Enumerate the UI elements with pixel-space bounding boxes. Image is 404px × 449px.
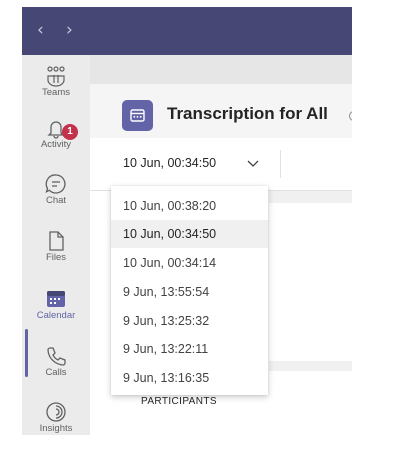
file-icon	[49, 231, 64, 251]
background-strip	[269, 361, 352, 371]
info-icon[interactable]	[349, 111, 352, 121]
rail-label-calendar: Calendar	[36, 310, 76, 321]
rail-item-files[interactable]: Files	[22, 230, 90, 263]
page-header: Transcription for All	[90, 84, 352, 138]
transcript-selector-row: 10 Jun, 00:34:50	[90, 138, 352, 191]
rail-label-calls: Calls	[45, 367, 67, 378]
calendar-icon	[47, 291, 65, 307]
page-title: Transcription for All	[167, 104, 328, 123]
dropdown-option[interactable]: 9 Jun, 13:22:11	[111, 335, 268, 363]
calendar-icon	[122, 100, 153, 131]
dropdown-option[interactable]: 9 Jun, 13:55:54	[111, 278, 268, 306]
divider	[280, 150, 281, 178]
rail-item-calls[interactable]: Calls	[22, 345, 90, 378]
title-bar: ‹ ›	[22, 7, 352, 55]
app-rail: Teams 1 Activity Chat Files Calendar Cal…	[22, 55, 90, 435]
phone-icon	[47, 347, 66, 366]
dropdown-option[interactable]: 9 Jun, 13:16:35	[111, 364, 268, 392]
rail-label-files: Files	[45, 252, 67, 263]
rail-label-teams: Teams	[42, 87, 70, 98]
chat-icon	[45, 174, 66, 194]
background-strip	[269, 191, 352, 203]
rail-item-calendar[interactable]: Calendar	[22, 288, 90, 321]
back-button[interactable]: ‹	[37, 21, 44, 39]
rail-item-insights[interactable]: Insights	[22, 401, 90, 434]
rail-item-activity[interactable]: 1 Activity	[22, 117, 90, 150]
rail-label-chat: Chat	[45, 195, 67, 206]
participants-heading: PARTICIPANTS	[141, 396, 217, 407]
activity-badge: 1	[62, 124, 78, 140]
rail-label-activity: Activity	[40, 139, 72, 150]
dropdown-option[interactable]: 10 Jun, 00:38:20	[111, 192, 268, 220]
forward-button[interactable]: ›	[66, 21, 73, 39]
rail-label-insights: Insights	[39, 423, 73, 434]
transcript-select[interactable]: 10 Jun, 00:34:50	[123, 156, 216, 170]
teams-icon	[47, 66, 65, 87]
transcript-dropdown: 10 Jun, 00:38:20 10 Jun, 00:34:50 10 Jun…	[111, 186, 268, 395]
dropdown-option[interactable]: 10 Jun, 00:34:14	[111, 249, 268, 277]
rail-item-chat[interactable]: Chat	[22, 173, 90, 206]
dropdown-option[interactable]: 9 Jun, 13:25:32	[111, 307, 268, 335]
insights-icon	[46, 402, 66, 422]
rail-item-teams[interactable]: Teams	[22, 65, 90, 98]
top-band	[90, 55, 352, 84]
chevron-down-icon[interactable]	[246, 156, 260, 170]
dropdown-option-selected[interactable]: 10 Jun, 00:34:50	[111, 220, 268, 248]
